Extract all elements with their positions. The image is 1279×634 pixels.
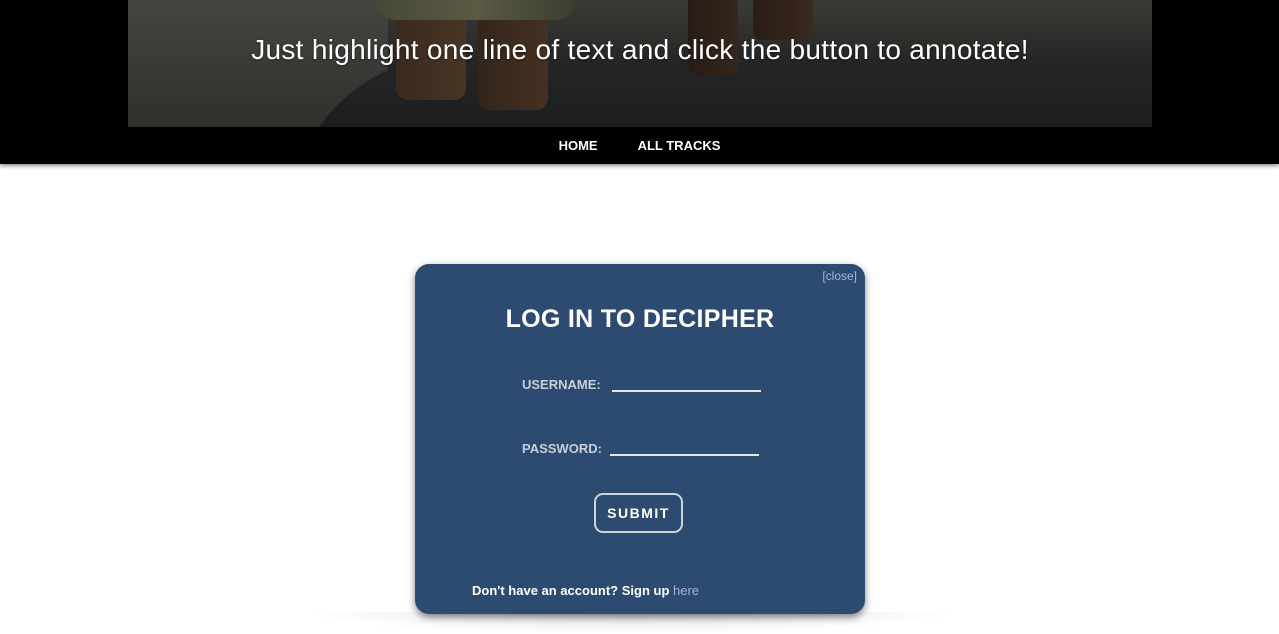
site-header: Just highlight one line of text and clic… xyxy=(0,0,1279,164)
signup-text: Don't have an account? Sign up xyxy=(472,583,670,598)
nav-item-home[interactable]: HOME xyxy=(559,138,598,153)
password-row: PASSWORD: xyxy=(522,436,759,456)
close-link[interactable]: [close] xyxy=(822,269,857,283)
main-nav: HOME ALL TRACKS xyxy=(0,127,1279,164)
nav-item-all-tracks[interactable]: ALL TRACKS xyxy=(638,138,721,153)
signup-prompt: Don't have an account? Sign up here xyxy=(472,583,699,598)
submit-button[interactable]: SUBMIT xyxy=(594,493,683,533)
password-label: PASSWORD: xyxy=(522,441,602,456)
username-input[interactable] xyxy=(611,372,761,392)
login-modal: [close] LOG IN TO DECIPHER USERNAME: PAS… xyxy=(415,264,865,614)
banner-headline: Just highlight one line of text and clic… xyxy=(251,34,1029,65)
modal-title: LOG IN TO DECIPHER xyxy=(505,305,775,333)
modal-floor-shadow xyxy=(300,612,960,634)
signup-link[interactable]: here xyxy=(673,583,699,598)
password-input[interactable] xyxy=(609,436,759,456)
username-row: USERNAME: xyxy=(522,372,761,392)
username-label: USERNAME: xyxy=(522,377,601,392)
hero-banner: Just highlight one line of text and clic… xyxy=(128,0,1152,127)
